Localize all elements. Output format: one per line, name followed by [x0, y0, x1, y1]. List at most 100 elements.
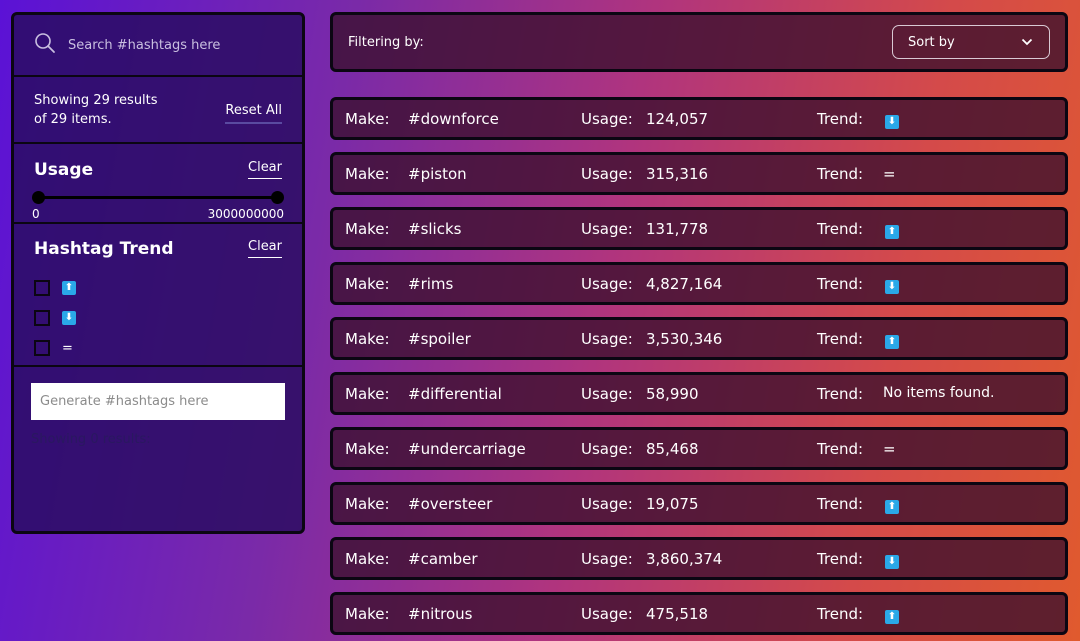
- trend-equal-checkbox[interactable]: [34, 340, 50, 356]
- arrow-up-icon: ⬆: [885, 610, 899, 624]
- usage-range-slider[interactable]: [32, 191, 284, 204]
- hashtag-row[interactable]: Make: #rims Usage: 4,827,164 Trend: ⬇: [330, 262, 1068, 305]
- trend-option-equal[interactable]: =: [34, 333, 282, 363]
- usage-clear-button[interactable]: Clear: [248, 160, 282, 179]
- trend-value: =: [883, 440, 896, 458]
- make-label: Make:: [345, 110, 390, 128]
- filtering-by-label: Filtering by:: [348, 34, 424, 50]
- hashtag-name: #rims: [408, 275, 454, 293]
- usage-label: Usage:: [581, 440, 633, 458]
- hashtag-row[interactable]: Make: #spoiler Usage: 3,530,346 Trend: ⬆: [330, 317, 1068, 360]
- hashtag-name: #differential: [408, 385, 502, 403]
- trend-up-checkbox[interactable]: [34, 280, 50, 296]
- trend-value: ⬇: [883, 275, 899, 294]
- trend-label: Trend:: [817, 550, 864, 568]
- search-icon[interactable]: [34, 32, 56, 58]
- filter-bar: Filtering by: Sort by: [330, 12, 1068, 72]
- usage-label: Usage:: [581, 220, 633, 238]
- reset-all-button[interactable]: Reset All: [225, 103, 282, 124]
- usage-value: 131,778: [646, 220, 709, 238]
- usage-label: Usage:: [581, 275, 633, 293]
- equals-icon: =: [883, 165, 896, 183]
- hashtag-row[interactable]: Make: #slicks Usage: 131,778 Trend: ⬆: [330, 207, 1068, 250]
- usage-slider-min-handle[interactable]: [32, 191, 45, 204]
- arrow-down-icon: ⬇: [885, 280, 899, 294]
- hashtag-name: #undercarriage: [408, 440, 526, 458]
- arrow-down-icon: ⬇: [885, 115, 899, 129]
- results-summary: Showing 29 results of 29 items. Reset Al…: [14, 77, 302, 144]
- hashtag-row[interactable]: Make: #downforce Usage: 124,057 Trend: ⬇: [330, 97, 1068, 140]
- trend-value: ⬆: [883, 330, 899, 349]
- hashtag-row[interactable]: Make: #differential Usage: 58,990 Trend: No i…: [330, 372, 1068, 415]
- trend-value: ⬇: [883, 110, 899, 129]
- equals-icon: =: [883, 440, 896, 458]
- trend-label: Trend:: [817, 275, 864, 293]
- chevron-down-icon: [1021, 35, 1033, 50]
- usage-min-label: 0: [32, 207, 40, 221]
- hashtag-name: #camber: [408, 550, 478, 568]
- trend-label: Trend:: [817, 605, 864, 623]
- usage-label: Usage:: [581, 495, 633, 513]
- usage-value: 315,316: [646, 165, 709, 183]
- hashtag-name: #nitrous: [408, 605, 473, 623]
- trend-label: Trend:: [817, 165, 864, 183]
- sort-by-dropdown[interactable]: Sort by: [892, 25, 1050, 59]
- filter-sidebar: Showing 29 results of 29 items. Reset Al…: [11, 12, 305, 534]
- arrow-down-icon: ⬇: [885, 555, 899, 569]
- hashtag-row[interactable]: Make: #piston Usage: 315,316 Trend: =: [330, 152, 1068, 195]
- sort-by-label: Sort by: [908, 34, 955, 50]
- trend-label: Trend:: [817, 495, 864, 513]
- usage-label: Usage:: [581, 385, 633, 403]
- usage-slider-max-handle[interactable]: [271, 191, 284, 204]
- trend-value: ⬇: [883, 550, 899, 569]
- make-label: Make:: [345, 385, 390, 403]
- generate-section: Showing 0 results:: [14, 367, 302, 447]
- usage-value: 19,075: [646, 495, 699, 513]
- search-input[interactable]: [68, 37, 278, 53]
- hashtag-name: #oversteer: [408, 495, 493, 513]
- usage-label: Usage:: [581, 165, 633, 183]
- usage-value: 475,518: [646, 605, 709, 623]
- trend-label: Trend:: [817, 220, 864, 238]
- usage-label: Usage:: [581, 330, 633, 348]
- hashtag-name: #slicks: [408, 220, 462, 238]
- usage-value: 85,468: [646, 440, 699, 458]
- trend-clear-button[interactable]: Clear: [248, 239, 282, 258]
- usage-title: Usage: [34, 160, 94, 180]
- arrow-up-icon: ⬆: [885, 225, 899, 239]
- make-label: Make:: [345, 550, 390, 568]
- results-count-text: Showing 29 results of 29 items.: [34, 92, 158, 127]
- arrow-up-icon: ⬆: [62, 281, 76, 295]
- generate-results-count: Showing 0 results:: [31, 432, 151, 447]
- arrow-up-icon: ⬆: [885, 335, 899, 349]
- trend-option-up[interactable]: ⬆: [34, 273, 282, 303]
- usage-label: Usage:: [581, 605, 633, 623]
- usage-label: Usage:: [581, 550, 633, 568]
- make-label: Make:: [345, 605, 390, 623]
- generate-hashtags-input[interactable]: [31, 383, 285, 420]
- trend-label: Trend:: [817, 330, 864, 348]
- arrow-up-icon: ⬆: [885, 500, 899, 514]
- trend-title: Hashtag Trend: [34, 239, 174, 259]
- search-bar: [14, 15, 302, 77]
- usage-value: 3,530,346: [646, 330, 723, 348]
- usage-value: 4,827,164: [646, 275, 723, 293]
- trend-value: =: [883, 165, 896, 183]
- hashtag-row[interactable]: Make: #camber Usage: 3,860,374 Trend: ⬇: [330, 537, 1068, 580]
- trend-option-down[interactable]: ⬇: [34, 303, 282, 333]
- hashtag-row[interactable]: Make: #nitrous Usage: 475,518 Trend: ⬆: [330, 592, 1068, 635]
- trend-down-checkbox[interactable]: [34, 310, 50, 326]
- make-label: Make:: [345, 495, 390, 513]
- usage-value: 58,990: [646, 385, 699, 403]
- trend-label: Trend:: [817, 110, 864, 128]
- hashtag-row[interactable]: Make: #undercarriage Usage: 85,468 Trend: =: [330, 427, 1068, 470]
- equals-icon: =: [62, 340, 73, 356]
- trend-value: ⬆: [883, 220, 899, 239]
- arrow-down-icon: ⬇: [62, 311, 76, 325]
- usage-max-label: 3000000000: [207, 207, 284, 221]
- make-label: Make:: [345, 275, 390, 293]
- hashtag-row[interactable]: Make: #oversteer Usage: 19,075 Trend: ⬆: [330, 482, 1068, 525]
- trend-label: Trend:: [817, 385, 864, 403]
- hashtag-list: Make: #downforce Usage: 124,057 Trend: ⬇ Make:…: [330, 97, 1068, 641]
- usage-filter: Usage Clear 0 3000000000: [14, 144, 302, 224]
